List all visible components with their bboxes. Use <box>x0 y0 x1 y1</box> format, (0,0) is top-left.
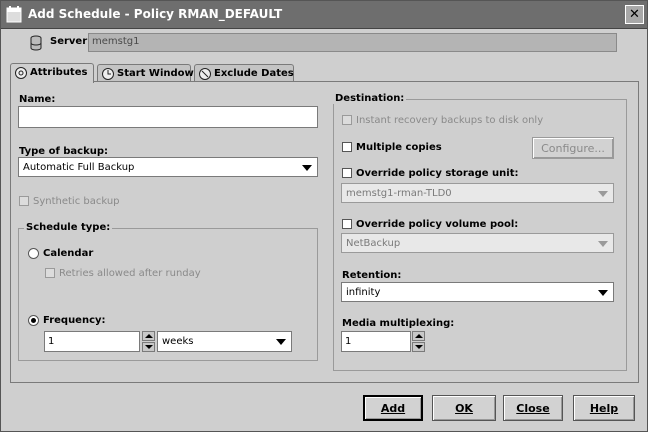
retention-value: infinity <box>346 287 381 298</box>
calendar-label: Calendar <box>43 248 94 259</box>
storage-unit-select[interactable]: memstg1-rman-TLD0 <box>341 183 614 203</box>
clock-icon <box>102 68 114 80</box>
tab-exclude-dates-label: Exclude Dates <box>214 68 294 79</box>
volume-pool-value: NetBackup <box>346 238 401 249</box>
add-schedule-dialog: Add Schedule - Policy RMAN_DEFAULT ✕ Ser… <box>0 0 648 432</box>
calendar-exclude-icon <box>199 68 211 80</box>
chevron-down-icon <box>302 165 312 171</box>
close-button-label: Close <box>516 401 550 415</box>
server-label: Server: <box>50 36 92 47</box>
retention-select[interactable]: infinity <box>341 282 614 302</box>
tab-start-window-label: Start Window <box>117 68 194 79</box>
retries-after-runday-label: Retries allowed after runday <box>59 268 201 279</box>
title-bar[interactable]: Add Schedule - Policy RMAN_DEFAULT ✕ <box>1 1 647 29</box>
type-of-backup-select[interactable]: Automatic Full Backup <box>18 157 318 177</box>
synthetic-backup-label: Synthetic backup <box>33 196 120 207</box>
media-multiplexing-label: Media multiplexing: <box>342 318 455 329</box>
attributes-icon <box>15 67 27 79</box>
spinner-up-icon[interactable] <box>412 331 425 341</box>
server-field: memstg1 <box>88 33 617 52</box>
retention-label: Retention: <box>342 270 402 281</box>
chevron-down-icon <box>598 191 608 197</box>
spinner-up-icon[interactable] <box>142 331 155 341</box>
multiple-copies-label: Multiple copies <box>356 142 442 153</box>
window-title: Add Schedule - Policy RMAN_DEFAULT <box>28 7 283 21</box>
chevron-down-icon <box>276 339 286 345</box>
media-multiplexing-spinner[interactable] <box>412 331 425 352</box>
help-button[interactable]: Help <box>573 395 635 421</box>
frequency-input[interactable]: 1 <box>44 331 140 352</box>
media-multiplexing-input[interactable]: 1 <box>341 331 411 352</box>
tab-attributes[interactable]: Attributes <box>10 63 94 83</box>
override-volume-pool-checkbox[interactable] <box>342 219 352 229</box>
tab-start-window[interactable]: Start Window <box>97 64 194 82</box>
close-window-button[interactable]: ✕ <box>625 5 644 24</box>
frequency-unit-value: weeks <box>162 336 194 347</box>
schedule-type-title: Schedule type: <box>24 222 113 233</box>
type-of-backup-label: Type of backup: <box>19 146 109 157</box>
multiple-copies-checkbox[interactable] <box>342 142 352 152</box>
chevron-down-icon <box>598 241 608 247</box>
type-of-backup-value: Automatic Full Backup <box>23 162 135 173</box>
frequency-label: Frequency: <box>43 315 106 326</box>
tab-exclude-dates[interactable]: Exclude Dates <box>194 64 294 82</box>
override-storage-unit-label: Override policy storage unit: <box>356 168 519 179</box>
retries-after-runday-checkbox[interactable] <box>45 268 55 278</box>
schedule-icon <box>6 6 22 23</box>
volume-pool-select[interactable]: NetBackup <box>341 233 614 253</box>
close-button[interactable]: Close <box>503 395 563 421</box>
database-icon <box>30 35 42 51</box>
help-button-label: Help <box>589 401 619 415</box>
chevron-down-icon <box>598 290 608 296</box>
calendar-radio[interactable] <box>28 248 39 259</box>
synthetic-backup-checkbox[interactable] <box>19 196 29 206</box>
instant-recovery-checkbox[interactable] <box>342 115 352 125</box>
spinner-down-icon[interactable] <box>412 342 425 352</box>
instant-recovery-label: Instant recovery backups to disk only <box>356 115 544 126</box>
frequency-spinner[interactable] <box>142 331 155 352</box>
frequency-unit-select[interactable]: weeks <box>157 331 292 352</box>
ok-button-label: OK <box>455 401 473 415</box>
ok-button[interactable]: OK <box>432 395 496 421</box>
storage-unit-value: memstg1-rman-TLD0 <box>346 188 452 199</box>
add-button[interactable]: Add <box>363 395 423 421</box>
configure-button[interactable]: Configure... <box>532 137 614 159</box>
close-icon: ✕ <box>629 7 640 22</box>
name-label: Name: <box>19 94 56 105</box>
name-input[interactable] <box>18 106 318 128</box>
tab-attributes-label: Attributes <box>30 67 88 78</box>
spinner-down-icon[interactable] <box>142 342 155 352</box>
destination-title: Destination: <box>333 93 407 104</box>
override-volume-pool-label: Override policy volume pool: <box>356 219 519 230</box>
override-storage-unit-checkbox[interactable] <box>342 168 352 178</box>
add-button-label: Add <box>380 401 406 415</box>
frequency-radio[interactable] <box>28 315 39 326</box>
